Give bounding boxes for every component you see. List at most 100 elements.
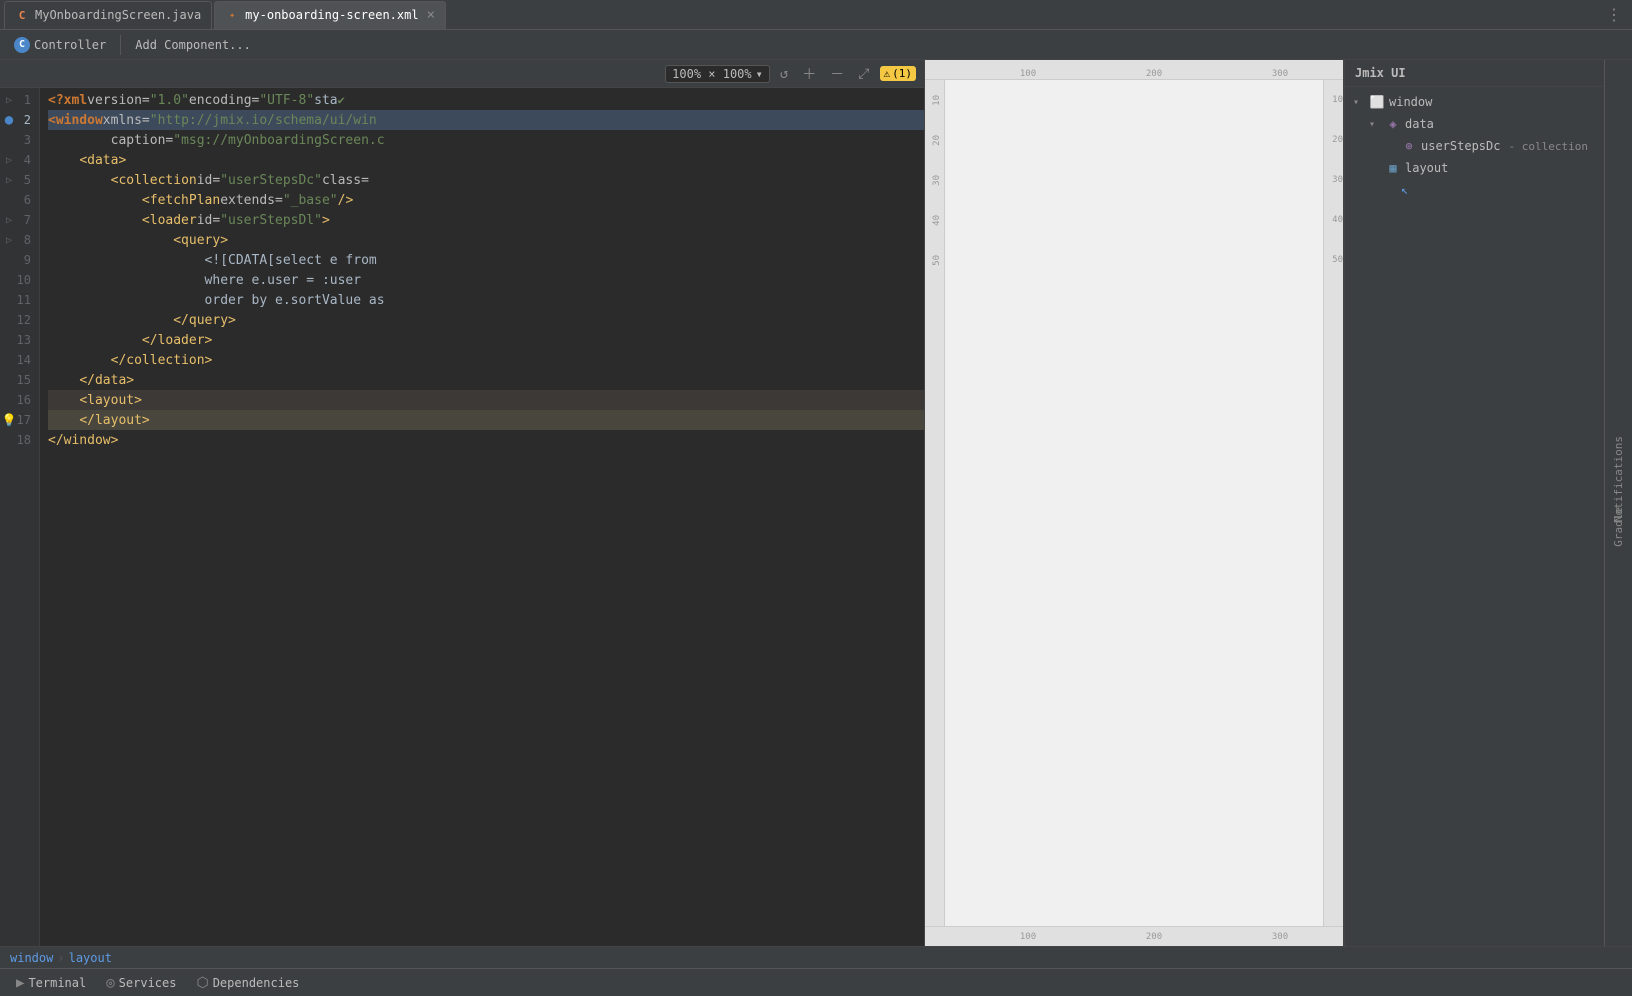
gradle-button[interactable]: Gradle xyxy=(1605,513,1632,541)
line-13: 13 xyxy=(0,330,39,350)
error-dot-2: ● xyxy=(2,113,16,127)
code-line-4: <data> xyxy=(48,150,924,170)
tab-java[interactable]: C MyOnboardingScreen.java xyxy=(4,1,212,29)
zoom-in-button[interactable]: ＋ xyxy=(798,62,820,86)
tree-label-data: data xyxy=(1405,117,1434,131)
ruler-mark-200: 200 xyxy=(1091,69,1217,79)
fold-icon-1[interactable]: ▷ xyxy=(2,93,16,107)
code-line-10: where e.user = :user xyxy=(48,270,924,290)
line-18: 18 xyxy=(0,430,39,450)
zoom-display: 100% × 100% ▾ xyxy=(665,65,770,83)
breadcrumb-window[interactable]: window xyxy=(10,951,53,965)
zoom-out-button[interactable]: － xyxy=(826,62,848,86)
line-17: 💡 17 xyxy=(0,410,39,430)
code-line-2: <window xmlns="http://jmix.io/schema/ui/… xyxy=(48,110,924,130)
controller-label: Controller xyxy=(34,38,106,52)
data-icon: ◈ xyxy=(1385,116,1401,132)
tab-xml-close[interactable]: × xyxy=(427,7,435,23)
tree-item-window[interactable]: ▾ ⬜ window xyxy=(1345,91,1604,113)
fold-icon-8[interactable]: ▷ xyxy=(2,233,16,247)
ruler-mark-300: 300 xyxy=(1217,69,1343,79)
jmix-ui-panel: Jmix UI ▾ ⬜ window ▾ ◈ data ⊕ userStepsD… xyxy=(1344,60,1604,946)
tree-label-userStepsDc: userStepsDc xyxy=(1421,139,1500,153)
dependencies-icon: ⬡ xyxy=(196,975,208,991)
add-component-label: Add Component... xyxy=(135,38,251,52)
notifications-button[interactable]: Notifications xyxy=(1605,465,1632,493)
zoom-toolbar: 100% × 100% ▾ ↺ ＋ － ⤢ ⚠ (1) xyxy=(0,60,924,88)
breadcrumb-sep-1: › xyxy=(57,951,64,965)
tab-bar: C MyOnboardingScreen.java ✦ my-onboardin… xyxy=(0,0,1632,30)
code-line-7: <loader id="userStepsDl"> xyxy=(48,210,924,230)
code-content[interactable]: <?xml version="1.0" encoding="UTF-8" sta… xyxy=(40,88,924,946)
tab-xml[interactable]: ✦ my-onboarding-screen.xml × xyxy=(214,1,446,29)
bottom-ruler: 100 200 300 xyxy=(925,926,1343,946)
warning-badge: ⚠ (1) xyxy=(880,66,917,81)
services-label: Services xyxy=(119,976,177,990)
right-ruler: 10 20 30 40 50 xyxy=(1323,80,1343,926)
line-4: ▷ 4 xyxy=(0,150,39,170)
zoom-reset-button[interactable]: ↺ xyxy=(776,64,792,84)
line-9: 9 xyxy=(0,250,39,270)
breadcrumb-layout[interactable]: layout xyxy=(69,951,112,965)
line-numbers: ▷ 1 ● 2 3 ▷ 4 ▷ 5 6 ▷ xyxy=(0,88,40,946)
expand-data[interactable]: ▾ xyxy=(1369,119,1381,130)
gradle-label: Gradle xyxy=(1612,507,1625,547)
line-1: ▷ 1 xyxy=(0,90,39,110)
code-line-8: <query> xyxy=(48,230,924,250)
zoom-dropdown-icon[interactable]: ▾ xyxy=(756,67,763,81)
code-line-14: </collection> xyxy=(48,350,924,370)
line-8: ▷ 8 xyxy=(0,230,39,250)
tree-label-window: window xyxy=(1389,95,1432,109)
main-area: 100% × 100% ▾ ↺ ＋ － ⤢ ⚠ (1) ▷ 1 ● xyxy=(0,60,1632,946)
ruler-mark-100: 100 xyxy=(965,69,1091,79)
controller-icon: C xyxy=(14,37,30,53)
tree-label-layout: layout xyxy=(1405,161,1448,175)
cursor-indicator: ↖ xyxy=(1345,179,1604,201)
line-10: 10 xyxy=(0,270,39,290)
tab-more-button[interactable]: ⋮ xyxy=(1600,5,1628,24)
warning-count: (1) xyxy=(892,67,912,80)
code-line-6: <fetchPlan extends="_base"/> xyxy=(48,190,924,210)
code-line-9: <![CDATA[select e from xyxy=(48,250,924,270)
fold-icon-5[interactable]: ▷ xyxy=(2,173,16,187)
preview-canvas[interactable] xyxy=(945,80,1323,926)
zoom-value: 100% × 100% xyxy=(672,67,751,81)
add-component-button[interactable]: Add Component... xyxy=(129,36,257,54)
breadcrumb-bar: window › layout xyxy=(0,946,1632,968)
code-line-1: <?xml version="1.0" encoding="UTF-8" sta… xyxy=(48,90,924,110)
line-7: ▷ 7 xyxy=(0,210,39,230)
no-expand-userStepsDc xyxy=(1385,141,1397,152)
editor-pane: 100% × 100% ▾ ↺ ＋ － ⤢ ⚠ (1) ▷ 1 ● xyxy=(0,60,924,946)
controller-button[interactable]: C Controller xyxy=(8,35,112,55)
terminal-button[interactable]: ▶ Terminal xyxy=(8,973,94,993)
fold-icon-4[interactable]: ▷ xyxy=(2,153,16,167)
jmix-panel-title: Jmix UI xyxy=(1345,60,1604,87)
jmix-tree: ▾ ⬜ window ▾ ◈ data ⊕ userStepsDc - coll… xyxy=(1345,87,1604,946)
dependencies-label: Dependencies xyxy=(213,976,300,990)
tab-xml-label: my-onboarding-screen.xml xyxy=(245,8,418,22)
code-line-3: caption="msg://myOnboardingScreen.c xyxy=(48,130,924,150)
preview-pane: 100 200 300 10 20 30 40 50 10 20 30 40 5… xyxy=(924,60,1344,946)
tree-item-data[interactable]: ▾ ◈ data xyxy=(1345,113,1604,135)
line-5: ▷ 5 xyxy=(0,170,39,190)
terminal-icon: ▶ xyxy=(16,975,24,991)
expand-window[interactable]: ▾ xyxy=(1353,97,1365,108)
line-3: 3 xyxy=(0,130,39,150)
services-button[interactable]: ◎ Services xyxy=(98,973,184,993)
top-ruler: 100 200 300 xyxy=(925,60,1343,80)
code-area: ▷ 1 ● 2 3 ▷ 4 ▷ 5 6 ▷ xyxy=(0,88,924,946)
code-line-12: </query> xyxy=(48,310,924,330)
code-line-5: <collection id="userStepsDc" class= xyxy=(48,170,924,190)
services-icon: ◎ xyxy=(106,975,114,991)
toolbar-separator xyxy=(120,35,121,55)
java-icon: C xyxy=(15,8,29,22)
lightbulb-icon-17[interactable]: 💡 xyxy=(2,413,16,427)
tree-item-userStepsDc[interactable]: ⊕ userStepsDc - collection xyxy=(1345,135,1604,157)
code-line-13: </loader> xyxy=(48,330,924,350)
dependencies-button[interactable]: ⬡ Dependencies xyxy=(188,973,307,993)
code-line-18: </window> xyxy=(48,430,924,450)
fit-button[interactable]: ⤢ xyxy=(854,64,873,84)
tree-item-layout[interactable]: ▦ layout xyxy=(1345,157,1604,179)
fold-icon-7[interactable]: ▷ xyxy=(2,213,16,227)
line-6: 6 xyxy=(0,190,39,210)
